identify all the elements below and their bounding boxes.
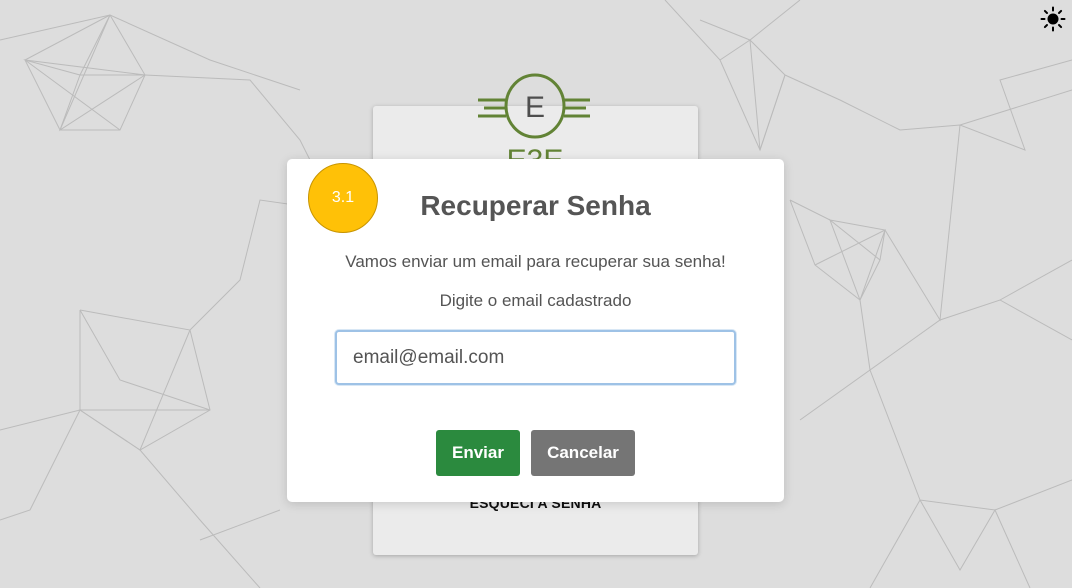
theme-toggle-button[interactable] xyxy=(1040,6,1066,32)
cancel-button[interactable]: Cancelar xyxy=(531,430,635,476)
recover-password-dialog: 3.1 Recuperar Senha Vamos enviar um emai… xyxy=(287,159,784,502)
page: ESQUECI A SENHA E E3E 3.1 Recuperar Senh… xyxy=(0,0,1072,588)
send-button[interactable]: Enviar xyxy=(436,430,520,476)
email-input[interactable] xyxy=(335,330,736,385)
dialog-description: Vamos enviar um email para recuperar sua… xyxy=(345,252,726,271)
sun-icon xyxy=(1040,6,1066,32)
dialog-title: Recuperar Senha xyxy=(420,190,651,221)
email-prompt-label: Digite o email cadastrado xyxy=(439,291,632,310)
